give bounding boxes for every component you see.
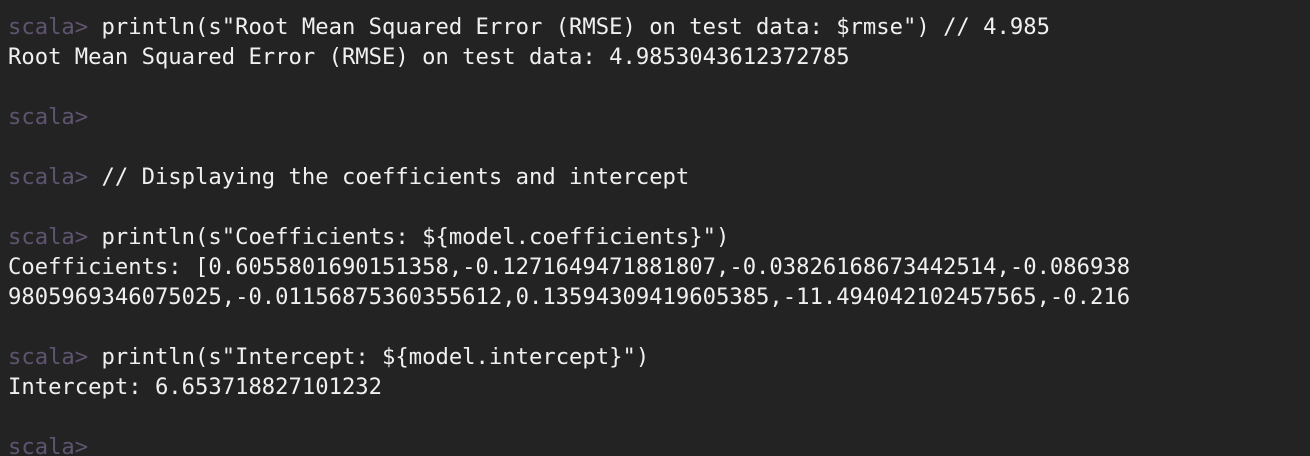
output-text: Root Mean Squared Error (RMSE) on test d… [8, 44, 850, 70]
output-text: Coefficients: [0.6055801690151358,-0.127… [8, 254, 1131, 280]
output-text: Intercept: 6.653718827101232 [8, 374, 383, 400]
scala-prompt: scala> [8, 434, 89, 456]
terminal-line: Intercept: 6.653718827101232 [8, 372, 382, 402]
terminal-line: scala> [8, 102, 88, 132]
scala-prompt: scala> [8, 164, 102, 190]
scala-prompt: scala> [8, 14, 102, 40]
command-text: println(s"Intercept: ${model.intercept}"… [101, 344, 650, 370]
scala-prompt: scala> [8, 104, 89, 130]
terminal-line: scala> println(s"Coefficients: ${model.c… [8, 222, 729, 252]
terminal-window[interactable]: scala> println(s"Root Mean Squared Error… [0, 0, 1310, 456]
output-text: 9805969346075025,-0.01156875360355612,0.… [8, 284, 1131, 310]
terminal-line: scala> // Displaying the coefficients an… [8, 162, 689, 192]
terminal-line: 9805969346075025,-0.01156875360355612,0.… [8, 282, 1130, 312]
scala-prompt: scala> [8, 344, 102, 370]
scala-prompt: scala> [8, 224, 102, 250]
terminal-line[interactable]: scala> [8, 432, 88, 456]
command-text: println(s"Root Mean Squared Error (RMSE)… [101, 14, 1050, 40]
terminal-line: Root Mean Squared Error (RMSE) on test d… [8, 42, 850, 72]
command-text: println(s"Coefficients: ${model.coeffici… [101, 224, 730, 250]
terminal-line: scala> println(s"Intercept: ${model.inte… [8, 342, 649, 372]
command-text: // Displaying the coefficients and inter… [101, 164, 690, 190]
terminal-line: scala> println(s"Root Mean Squared Error… [8, 12, 1050, 42]
terminal-line: Coefficients: [0.6055801690151358,-0.127… [8, 252, 1130, 282]
